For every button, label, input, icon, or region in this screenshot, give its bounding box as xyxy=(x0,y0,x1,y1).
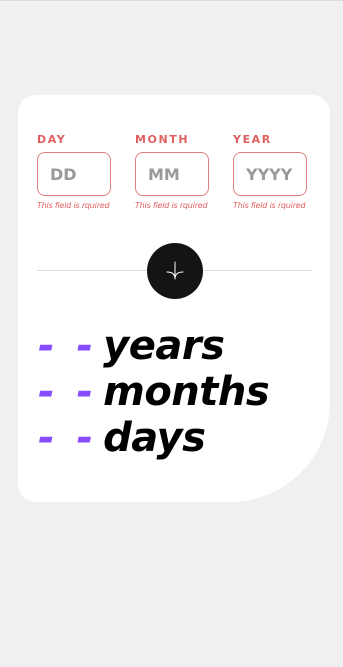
results-section: - - years - - months - - days xyxy=(38,323,270,461)
months-result: - - months xyxy=(38,369,270,415)
year-field: YEAR This field is rquired xyxy=(233,133,309,210)
days-unit: days xyxy=(103,415,206,461)
day-error-message: This field is rquired xyxy=(37,201,110,210)
month-error-message: This field is rquired xyxy=(135,201,208,210)
day-input[interactable] xyxy=(37,152,111,196)
month-label: MONTH xyxy=(135,133,190,146)
age-calculator-card: DAY This field is rquired MONTH This fie… xyxy=(18,95,330,502)
years-value: - - xyxy=(38,323,98,369)
day-field: DAY This field is rquired xyxy=(37,133,113,210)
month-input[interactable] xyxy=(135,152,209,196)
arrow-down-icon xyxy=(166,261,184,280)
year-label: YEAR xyxy=(233,133,272,146)
year-error-message: This field is rquired xyxy=(233,201,306,210)
calculate-button[interactable] xyxy=(147,243,203,299)
month-field: MONTH This field is rquired xyxy=(135,133,211,210)
days-value: - - xyxy=(38,415,98,461)
years-result: - - years xyxy=(38,323,269,369)
months-unit: months xyxy=(103,369,270,415)
months-value: - - xyxy=(38,369,98,415)
days-result: - - days xyxy=(38,415,269,461)
top-border xyxy=(0,0,343,1)
day-label: DAY xyxy=(37,133,67,146)
years-unit: years xyxy=(103,323,225,369)
year-input[interactable] xyxy=(233,152,307,196)
